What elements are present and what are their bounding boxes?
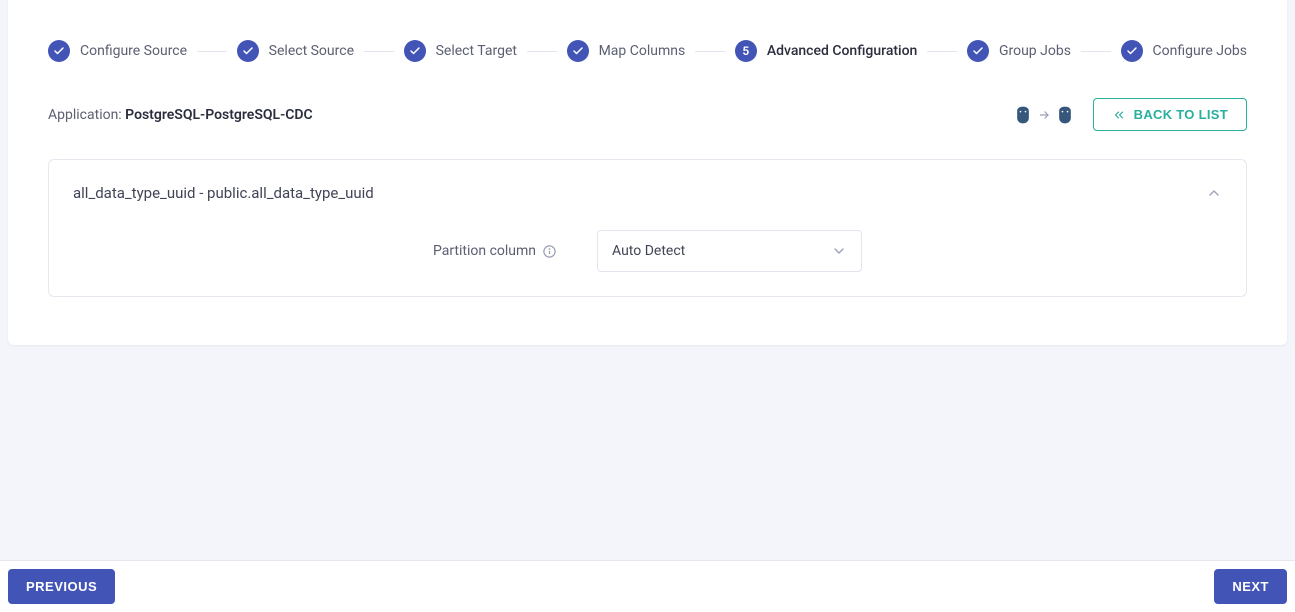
- partition-column-select[interactable]: Auto Detect: [597, 230, 862, 272]
- step-configure-source[interactable]: Configure Source: [48, 40, 187, 62]
- footer-bar: PREVIOUS NEXT: [0, 560, 1295, 612]
- step-label: Map Columns: [599, 43, 686, 59]
- previous-button[interactable]: PREVIOUS: [8, 569, 115, 604]
- panel-body: Partition column Auto Detect: [73, 230, 1222, 272]
- arrow-right-icon: [1037, 108, 1051, 122]
- step-label: Select Source: [269, 43, 354, 59]
- step-select-source[interactable]: Select Source: [237, 40, 354, 62]
- check-icon: [967, 40, 989, 62]
- application-name: PostgreSQL-PostgreSQL-CDC: [125, 107, 312, 123]
- chevron-up-icon[interactable]: [1206, 185, 1222, 201]
- step-connector: [927, 51, 957, 52]
- step-connector: [1081, 51, 1111, 52]
- step-map-columns[interactable]: Map Columns: [567, 40, 686, 62]
- table-config-panel: all_data_type_uuid - public.all_data_typ…: [48, 159, 1247, 297]
- application-actions: BACK TO LIST: [1013, 98, 1247, 131]
- check-icon: [404, 40, 426, 62]
- chevron-double-left-icon: [1112, 108, 1126, 122]
- db-pair-icons: [1013, 105, 1075, 125]
- step-label: Configure Jobs: [1153, 43, 1247, 59]
- check-icon: [567, 40, 589, 62]
- stepper: Configure Source Select Source Select Ta…: [48, 40, 1247, 62]
- step-connector: [527, 51, 557, 52]
- step-configure-jobs[interactable]: Configure Jobs: [1121, 40, 1247, 62]
- step-label: Advanced Configuration: [767, 43, 918, 59]
- application-label: Application: PostgreSQL-PostgreSQL-CDC: [48, 107, 313, 123]
- panel-title: all_data_type_uuid - public.all_data_typ…: [73, 184, 374, 202]
- back-to-list-button[interactable]: BACK TO LIST: [1093, 98, 1247, 131]
- postgresql-source-icon: [1013, 105, 1033, 125]
- step-connector: [695, 51, 725, 52]
- step-number-badge: 5: [735, 40, 757, 62]
- step-connector: [364, 51, 394, 52]
- step-connector: [197, 51, 227, 52]
- check-icon: [237, 40, 259, 62]
- info-icon[interactable]: [542, 244, 557, 259]
- step-label: Group Jobs: [999, 43, 1071, 59]
- step-advanced-configuration[interactable]: 5 Advanced Configuration: [735, 40, 918, 62]
- check-icon: [48, 40, 70, 62]
- postgresql-target-icon: [1055, 105, 1075, 125]
- check-icon: [1121, 40, 1143, 62]
- main-card: Configure Source Select Source Select Ta…: [8, 0, 1287, 345]
- next-button[interactable]: NEXT: [1214, 569, 1287, 604]
- chevron-down-icon: [831, 243, 847, 259]
- step-label: Configure Source: [80, 43, 187, 59]
- application-prefix: Application:: [48, 107, 125, 123]
- application-row: Application: PostgreSQL-PostgreSQL-CDC B…: [48, 98, 1247, 131]
- step-select-target[interactable]: Select Target: [404, 40, 517, 62]
- select-value: Auto Detect: [612, 243, 685, 259]
- panel-header[interactable]: all_data_type_uuid - public.all_data_typ…: [73, 184, 1222, 202]
- back-to-list-label: BACK TO LIST: [1134, 107, 1228, 122]
- partition-label-text: Partition column: [433, 243, 536, 259]
- step-label: Select Target: [436, 43, 517, 59]
- step-group-jobs[interactable]: Group Jobs: [967, 40, 1071, 62]
- partition-column-label: Partition column: [433, 243, 557, 259]
